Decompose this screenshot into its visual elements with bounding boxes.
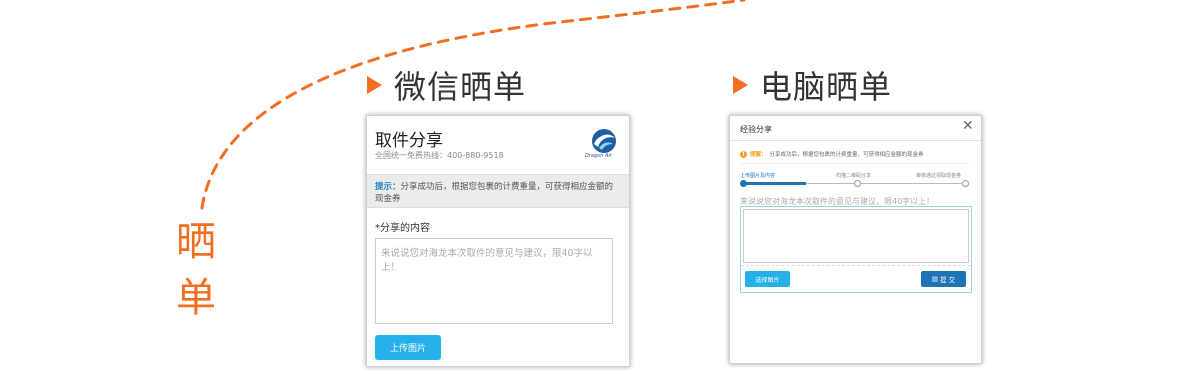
hotline-text: 全国统一免费热线：400-880-9518 bbox=[375, 151, 504, 160]
close-icon[interactable]: ✕ bbox=[962, 118, 974, 134]
side-label-char-1: 晒 bbox=[176, 219, 216, 265]
panel-title: 取件分享 bbox=[375, 131, 443, 151]
resize-handle-icon[interactable]: ⋰ bbox=[961, 255, 967, 262]
pc-share-dialog: 经验分享 ✕ ! 提醒： 分享成功后，根据您包裹的计费重量，可获得相应金额的现金… bbox=[729, 115, 982, 364]
notice-text: 分享成功后，根据您包裹的计费重量，可获得相应金额的现金券 bbox=[769, 152, 924, 158]
dialog-divider bbox=[730, 140, 981, 141]
tip-bar: 提示：分享成功后，根据您包裹的计费重量，可获得相应金额的现金券 bbox=[367, 174, 629, 208]
side-label-char-2: 单 bbox=[176, 275, 216, 321]
textarea-placeholder: 来说说您对海龙本次取件的意见与建议，限40字以上！ bbox=[381, 248, 593, 273]
step-label-2: 扫描二维码分享 bbox=[836, 173, 872, 179]
notice-row: ! 提醒： 分享成功后，根据您包裹的计费重量，可获得相应金额的现金券 bbox=[740, 150, 924, 158]
save-icon: ▤ bbox=[931, 275, 939, 283]
content-label: *分享的内容 bbox=[375, 223, 430, 234]
dragon-air-logo-icon bbox=[592, 129, 616, 153]
warning-icon: ! bbox=[740, 150, 747, 158]
pc-section-title: 电脑晒单 bbox=[760, 68, 893, 106]
play-triangle-icon bbox=[733, 76, 748, 94]
share-content-textarea[interactable]: ⋰ bbox=[743, 209, 969, 263]
tip-text: 分享成功后，根据您包裹的计费重量，可获得相应金额的现金券 bbox=[375, 182, 614, 204]
wechat-share-panel: 取件分享 全国统一免费热线：400-880-9518 Dragon Air 提示… bbox=[366, 115, 630, 367]
step-dot-1 bbox=[740, 180, 747, 187]
step-label-1: 上传图片及内容 bbox=[740, 173, 776, 179]
upload-image-button[interactable]: 上传图片 bbox=[375, 335, 441, 360]
notice-label: 提醒： bbox=[750, 152, 767, 158]
box-divider bbox=[741, 265, 971, 267]
notice-divider bbox=[740, 163, 970, 164]
pc-section-heading: 电脑晒单 bbox=[733, 62, 892, 108]
step-dot-2 bbox=[854, 180, 861, 187]
play-triangle-icon bbox=[367, 76, 382, 94]
logo-text: Dragon Air bbox=[585, 153, 612, 159]
submit-button[interactable]: ▤ 提 交 bbox=[921, 271, 966, 287]
submit-label: 提 交 bbox=[940, 276, 956, 284]
share-content-textarea[interactable]: 来说说您对海龙本次取件的意见与建议，限40字以上！ bbox=[375, 238, 613, 324]
choose-image-button[interactable]: 选择图片 bbox=[745, 271, 790, 287]
dialog-title: 经验分享 bbox=[740, 125, 772, 134]
step-label-3: 审核通过领取现金券 bbox=[916, 173, 962, 179]
wechat-section-title: 微信晒单 bbox=[394, 68, 527, 106]
wechat-section-heading: 微信晒单 bbox=[367, 62, 526, 108]
progress-track-active bbox=[743, 182, 806, 185]
step-dot-3 bbox=[962, 180, 969, 187]
share-form-box: ⋰ 选择图片 ▤ 提 交 bbox=[740, 206, 972, 293]
tip-label: 提示： bbox=[375, 182, 401, 192]
